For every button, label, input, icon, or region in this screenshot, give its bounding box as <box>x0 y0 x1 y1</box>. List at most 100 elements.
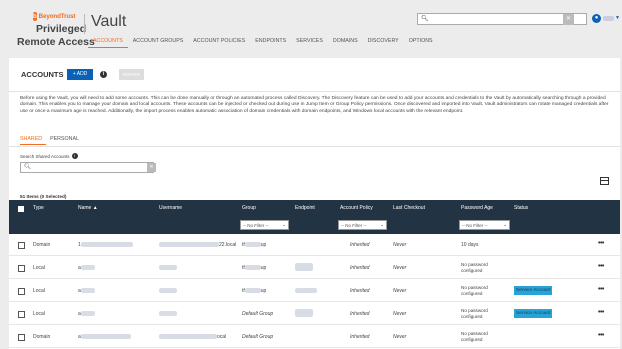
tab-discovery[interactable]: DISCOVERY <box>363 38 404 48</box>
cell-group: tf up <box>242 288 266 294</box>
row-actions-icon[interactable]: ••• <box>598 263 604 270</box>
cell-type: Domain <box>33 242 51 248</box>
group-suffix: up <box>260 242 267 248</box>
password-age-line2: configured <box>461 313 483 319</box>
cell-name[interactable]: a <box>78 265 95 271</box>
divider <box>9 146 620 147</box>
row-actions-icon[interactable]: ••• <box>598 240 604 247</box>
user-avatar-icon[interactable]: ● <box>592 14 601 23</box>
table-header: Type Name ▲ Username Group Endpoint Acco… <box>9 200 620 234</box>
tab-account-policies[interactable]: ACCOUNT POLICIES <box>188 38 250 48</box>
table-row[interactable]: Local a Default Group Inherited Never No… <box>9 303 620 325</box>
group-suffix: up <box>260 288 267 294</box>
shared-search-input[interactable]: 🔍︎ <box>20 162 154 173</box>
table-row[interactable]: Domain a ocal Default Group Inherited Ne… <box>9 326 620 348</box>
row-checkbox[interactable] <box>18 242 25 249</box>
row-checkbox[interactable] <box>18 311 25 318</box>
tab-account-groups[interactable]: ACCOUNT GROUPS <box>128 38 189 48</box>
password-age-line1: No password <box>461 308 488 313</box>
shared-search-label-text: Search Shared Accounts <box>20 153 70 159</box>
row-actions-icon[interactable]: ••• <box>598 286 604 293</box>
col-endpoint[interactable]: Endpoint <box>295 205 315 211</box>
redacted-text <box>80 242 133 248</box>
cell-last-checkout: Never <box>393 334 407 340</box>
info-icon[interactable]: i <box>71 153 78 159</box>
password-age-line1: No password <box>461 285 488 290</box>
tab-personal[interactable]: PERSONAL <box>46 136 83 145</box>
cell-group: tf up <box>242 242 266 248</box>
group-suffix: up <box>260 265 267 271</box>
row-checkbox[interactable] <box>18 334 25 341</box>
clear-shared-search-button[interactable]: ✕ <box>147 163 156 172</box>
col-password-age[interactable]: Password Age <box>461 205 493 211</box>
user-name-redacted[interactable] <box>603 16 614 21</box>
cell-type: Domain <box>33 334 51 340</box>
cell-username: 22.local <box>159 242 236 248</box>
password-age-line1: No password <box>461 331 488 336</box>
redacted-text <box>295 263 313 271</box>
table-row[interactable]: Local a tf up Inherited Never No password… <box>9 257 620 279</box>
col-last-checkout[interactable]: Last Checkout <box>393 205 425 211</box>
tab-accounts[interactable]: ACCOUNTS <box>88 38 128 48</box>
cell-policy: Inherited <box>350 265 370 271</box>
password-age-line2: configured <box>461 336 483 342</box>
status-badge: Service Account <box>514 286 553 295</box>
table-row[interactable]: Domain 1 22.local tf up Inherited Never 1… <box>9 234 620 256</box>
chevron-down-icon[interactable]: ▼ <box>615 15 620 21</box>
row-checkbox[interactable] <box>18 265 25 272</box>
password-age-line1: No password <box>461 262 488 267</box>
redacted-text <box>80 334 131 340</box>
row-checkbox[interactable] <box>18 288 25 295</box>
tab-options[interactable]: OPTIONS <box>404 38 438 48</box>
cell-name[interactable]: a <box>78 334 131 340</box>
redacted-text <box>159 334 217 340</box>
group-filter-select[interactable]: -- No Filter -- ⌄ <box>240 220 289 230</box>
intro-text: Before using the Vault, you will need to… <box>20 96 609 114</box>
cell-password-age: No password configured <box>461 262 488 273</box>
rotate-button[interactable]: ROTATE <box>119 69 144 80</box>
col-account-policy[interactable]: Account Policy <box>340 205 373 211</box>
cell-last-checkout: Never <box>393 311 407 317</box>
cell-name[interactable]: 1 <box>78 242 133 248</box>
chevron-down-icon: ⌄ <box>380 222 384 227</box>
cell-policy: Inherited <box>350 334 370 340</box>
password-age-filter-select[interactable]: -- No Filter -- ⌄ <box>459 220 510 230</box>
clear-search-button[interactable]: ✕ <box>563 14 574 25</box>
cell-policy: Inherited <box>350 311 370 317</box>
global-search-input[interactable]: 🔍︎ <box>417 13 587 25</box>
cell-username <box>159 265 177 271</box>
policy-filter-select[interactable]: -- No Filter -- ⌄ <box>338 220 387 230</box>
product-name-line1: Privileged <box>36 23 87 35</box>
cell-password-age: No password configured <box>461 285 488 296</box>
password-age-filter-value: -- No Filter -- <box>462 223 488 228</box>
select-all-checkbox[interactable] <box>18 206 24 212</box>
tab-shared[interactable]: SHARED <box>20 136 47 145</box>
redacted-text <box>295 288 317 294</box>
row-actions-icon[interactable]: ••• <box>598 332 604 339</box>
col-username[interactable]: Username <box>159 205 182 211</box>
tab-domains[interactable]: DOMAINS <box>328 38 363 48</box>
tab-endpoints[interactable]: ENDPOINTS <box>250 38 291 48</box>
chevron-down-icon: ⌄ <box>282 222 286 227</box>
table-row[interactable]: Local a tf up Inherited Never No password… <box>9 280 620 302</box>
cell-name[interactable]: a <box>78 311 95 317</box>
cell-password-age: No password configured <box>461 331 488 342</box>
row-actions-icon[interactable]: ••• <box>598 309 604 316</box>
column-chooser-icon[interactable] <box>600 177 609 185</box>
redacted-text <box>244 242 261 248</box>
cell-last-checkout: Never <box>393 265 407 271</box>
app-header: b BeyondTrust Privileged Remote Access V… <box>0 0 622 50</box>
col-name[interactable]: Name ▲ <box>78 205 98 211</box>
policy-filter-value: -- No Filter -- <box>341 223 367 228</box>
add-account-button[interactable]: + ADD <box>67 69 93 80</box>
col-status[interactable]: Status <box>514 205 528 211</box>
cell-endpoint <box>295 288 317 294</box>
col-type[interactable]: Type <box>33 205 44 211</box>
tab-services[interactable]: SERVICES <box>291 38 328 48</box>
redacted-text <box>80 288 95 294</box>
cell-username: ocal <box>159 334 226 340</box>
col-group[interactable]: Group <box>242 205 256 211</box>
cell-name[interactable]: a <box>78 288 95 294</box>
chevron-down-icon: ⌄ <box>503 222 507 227</box>
info-icon[interactable]: i <box>100 71 107 78</box>
